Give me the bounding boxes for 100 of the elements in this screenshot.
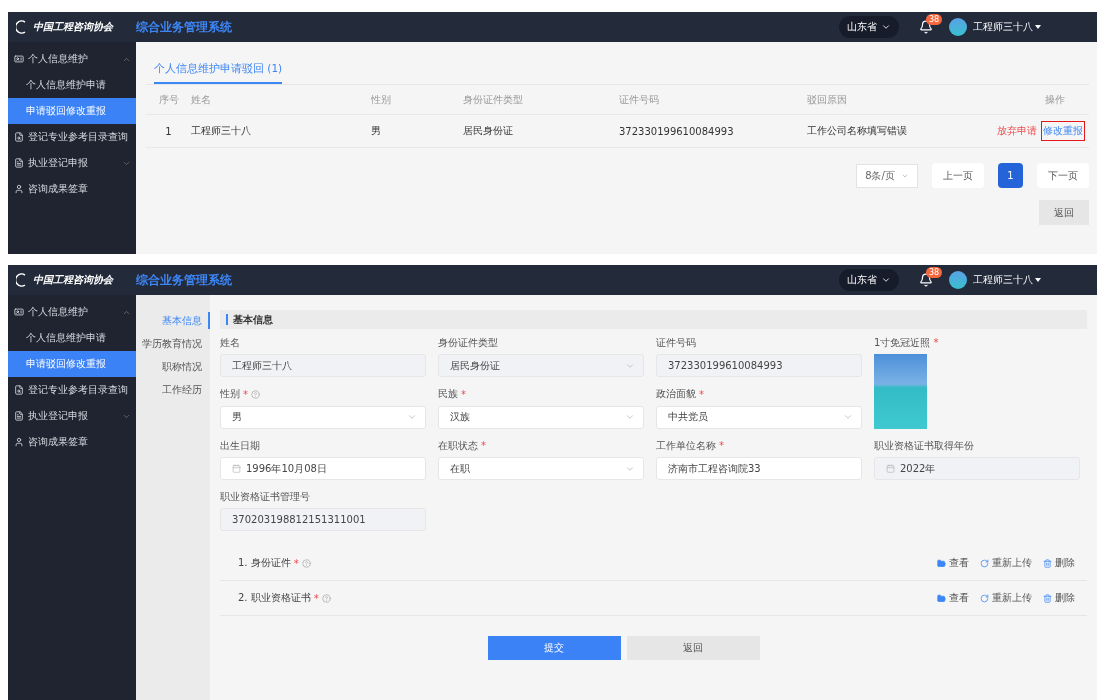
chevron-down-icon — [881, 275, 891, 285]
menu-icon — [14, 132, 24, 142]
menu-icon — [14, 411, 24, 421]
input-field[interactable]: 汉族 — [438, 405, 644, 429]
table-cell: 居民身份证 — [463, 124, 513, 138]
menu-icon — [14, 54, 24, 64]
attachment-action[interactable]: 删除 — [1043, 556, 1075, 570]
caret-icon — [1035, 278, 1041, 282]
sidebar-item[interactable]: 个人信息维护 — [8, 299, 136, 325]
page-size-select[interactable]: 8条/页 — [856, 163, 918, 188]
attachment-action[interactable]: 删除 — [1043, 591, 1075, 605]
sidebar-item[interactable]: 执业登记申报 — [8, 403, 136, 429]
section-nav-item[interactable]: 工作经历 — [136, 381, 210, 398]
table-cell: 372330199610084993 — [619, 125, 734, 137]
required-mark: * — [719, 440, 724, 451]
region-select[interactable]: 山东省 — [839, 16, 899, 38]
required-mark: * — [933, 337, 939, 348]
page-button[interactable]: 1 — [998, 163, 1023, 188]
section-nav-item[interactable]: 职称情况 — [136, 358, 210, 375]
required-mark: * — [481, 440, 486, 451]
field-label: 民族 — [438, 387, 458, 401]
submit-button[interactable]: 提交 — [487, 636, 621, 660]
action-icon — [980, 593, 989, 603]
input-field[interactable]: 1996年10月08日 — [220, 457, 426, 480]
sidebar-item[interactable]: 个人信息维护 — [8, 46, 136, 72]
next-page-button[interactable]: 下一页 — [1037, 163, 1089, 188]
calendar-icon — [232, 464, 241, 473]
attachment-action[interactable]: 重新上传 — [980, 591, 1032, 605]
sidebar-subitem[interactable]: 个人信息维护申请 — [8, 325, 136, 351]
field-label: 姓名 — [220, 335, 240, 350]
field-label: 工作单位名称 — [656, 438, 716, 453]
sidebar-item[interactable]: 咨询成果签章 — [8, 429, 136, 455]
menu-icon — [14, 158, 24, 168]
section-nav-item[interactable]: 学历教育情况 — [136, 335, 210, 352]
sidebar-item[interactable]: 登记专业参考目录查询 — [8, 124, 136, 150]
menu-icon — [14, 385, 24, 395]
region-select[interactable]: 山东省 — [839, 269, 899, 291]
required-mark: * — [293, 557, 299, 569]
attachment-action[interactable]: 查看 — [937, 556, 969, 570]
menu-icon — [14, 184, 24, 194]
input-field[interactable]: 在职 — [438, 457, 644, 480]
sidebar-subitem[interactable]: 申请驳回修改重报 — [8, 351, 136, 377]
avatar[interactable] — [949, 271, 967, 289]
action-icon — [1043, 593, 1052, 603]
table-cell: 男 — [371, 124, 381, 138]
column-header: 性别 — [371, 92, 391, 107]
column-header: 操作 — [1045, 92, 1065, 107]
column-header: 序号 — [158, 92, 179, 107]
chevron-down-icon — [843, 412, 853, 422]
required-mark: * — [699, 388, 704, 400]
caret-icon — [1035, 25, 1041, 29]
system-title: 综合业务管理系统 — [136, 18, 232, 36]
attachment-label: 2. 职业资格证书 — [238, 591, 311, 605]
field-label: 出生日期 — [220, 438, 260, 453]
back-button[interactable]: 返回 — [626, 636, 760, 660]
notification-badge: 38 — [926, 267, 943, 278]
user-menu[interactable]: 工程师三十八 — [973, 20, 1041, 34]
bell-icon[interactable] — [919, 20, 933, 34]
table-cell: 工程师三十八 — [191, 124, 251, 138]
sidebar-item[interactable]: 咨询成果签章 — [8, 176, 136, 202]
attachment-action[interactable]: 查看 — [937, 591, 969, 605]
menu-icon — [14, 437, 24, 447]
chevron-down-icon — [625, 412, 635, 422]
action-icon — [937, 558, 946, 568]
chevron-down-icon — [407, 412, 417, 422]
logo-text: 中国工程咨询协会 — [33, 20, 113, 34]
calendar-icon — [886, 464, 895, 473]
field-label: 政治面貌 — [656, 387, 696, 401]
table-cell: 1 — [165, 125, 172, 137]
input-field[interactable]: 济南市工程咨询院33 — [656, 457, 862, 480]
action-link[interactable]: 放弃申请 — [995, 121, 1039, 141]
field-label: 1寸免冠近照 — [874, 335, 931, 350]
column-header: 驳回原因 — [807, 92, 847, 107]
sidebar-subitem[interactable]: 申请驳回修改重报 — [8, 98, 136, 124]
logo-text: 中国工程咨询协会 — [33, 273, 113, 287]
back-button[interactable]: 返回 — [1039, 200, 1089, 225]
column-header: 姓名 — [191, 92, 211, 107]
sidebar-item[interactable]: 登记专业参考目录查询 — [8, 377, 136, 403]
bell-icon[interactable] — [919, 273, 933, 287]
sidebar-subitem[interactable]: 个人信息维护申请 — [8, 72, 136, 98]
chevron-down-icon — [881, 22, 891, 32]
input-field[interactable]: 男 — [220, 405, 426, 429]
attachment-label: 1. 身份证件 — [238, 556, 291, 570]
action-icon — [937, 593, 946, 603]
attachment-action[interactable]: 重新上传 — [980, 556, 1032, 570]
input-field[interactable]: 中共党员 — [656, 405, 862, 429]
notification-badge: 38 — [926, 14, 943, 25]
menu-icon — [14, 307, 24, 317]
required-mark: * — [461, 388, 466, 400]
user-menu[interactable]: 工程师三十八 — [973, 273, 1041, 287]
avatar[interactable] — [949, 18, 967, 36]
field-label: 职业资格证书管理号 — [220, 489, 310, 504]
prev-page-button[interactable]: 上一页 — [932, 163, 984, 188]
field-label: 在职状态 — [438, 438, 478, 453]
field-label: 性别 — [220, 387, 240, 401]
action-icon — [1043, 558, 1052, 568]
field-label: 证件号码 — [656, 335, 696, 350]
sidebar-item[interactable]: 执业登记申报 — [8, 150, 136, 176]
required-mark: * — [243, 388, 248, 400]
field-label: 职业资格证书取得年份 — [874, 438, 974, 453]
